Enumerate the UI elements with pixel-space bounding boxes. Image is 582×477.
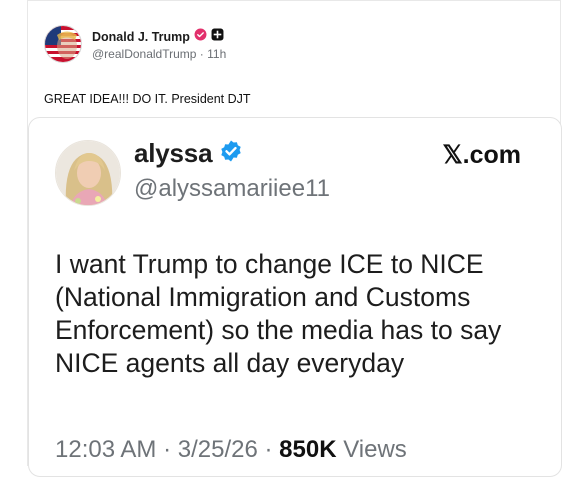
embed-views-count: 850K	[279, 436, 337, 463]
embed-display-name: alyssa	[134, 138, 213, 168]
verified-badge-icon	[194, 28, 207, 46]
embed-time: 12:03 AM	[55, 436, 157, 463]
avatar[interactable]	[44, 25, 82, 63]
embed-tweet-text: I want Trump to change ICE to NICE (Nati…	[55, 249, 502, 378]
flag-portrait-image	[45, 26, 81, 62]
post-time[interactable]: 11h	[207, 47, 226, 61]
embed-avatar	[55, 140, 121, 206]
embedded-tweet-image[interactable]: alyssa @alyssamariiee11 𝕏.com I want Tru…	[28, 117, 562, 477]
separator: ·	[163, 436, 172, 463]
author-name-row: Donald J. Trump	[92, 28, 224, 46]
separator: ·	[264, 436, 273, 463]
separator: ·	[199, 47, 204, 61]
author-handle[interactable]: @realDonaldTrump	[92, 47, 196, 61]
embed-handle: @alyssamariiee11	[134, 175, 330, 202]
woman-portrait-image	[56, 141, 120, 205]
embed-views-label: Views	[343, 436, 407, 463]
x-logo-site-label: 𝕏.com	[442, 141, 522, 169]
embed-name-row: alyssa	[134, 138, 243, 169]
verified-badge-icon	[219, 139, 243, 168]
post-text: GREAT IDEA!!! DO IT. President DJT	[44, 92, 251, 106]
post-header: Donald J. Trump @realDonaldTrump · 11h	[44, 25, 344, 67]
author-handle-row: @realDonaldTrump · 11h	[92, 47, 226, 61]
embed-stats-row: 12:03 AM · 3/25/26 · 850K Views	[55, 436, 407, 464]
affiliate-badge-icon	[211, 28, 224, 46]
author-display-name[interactable]: Donald J. Trump	[92, 30, 190, 44]
embed-date: 3/25/26	[177, 436, 258, 463]
